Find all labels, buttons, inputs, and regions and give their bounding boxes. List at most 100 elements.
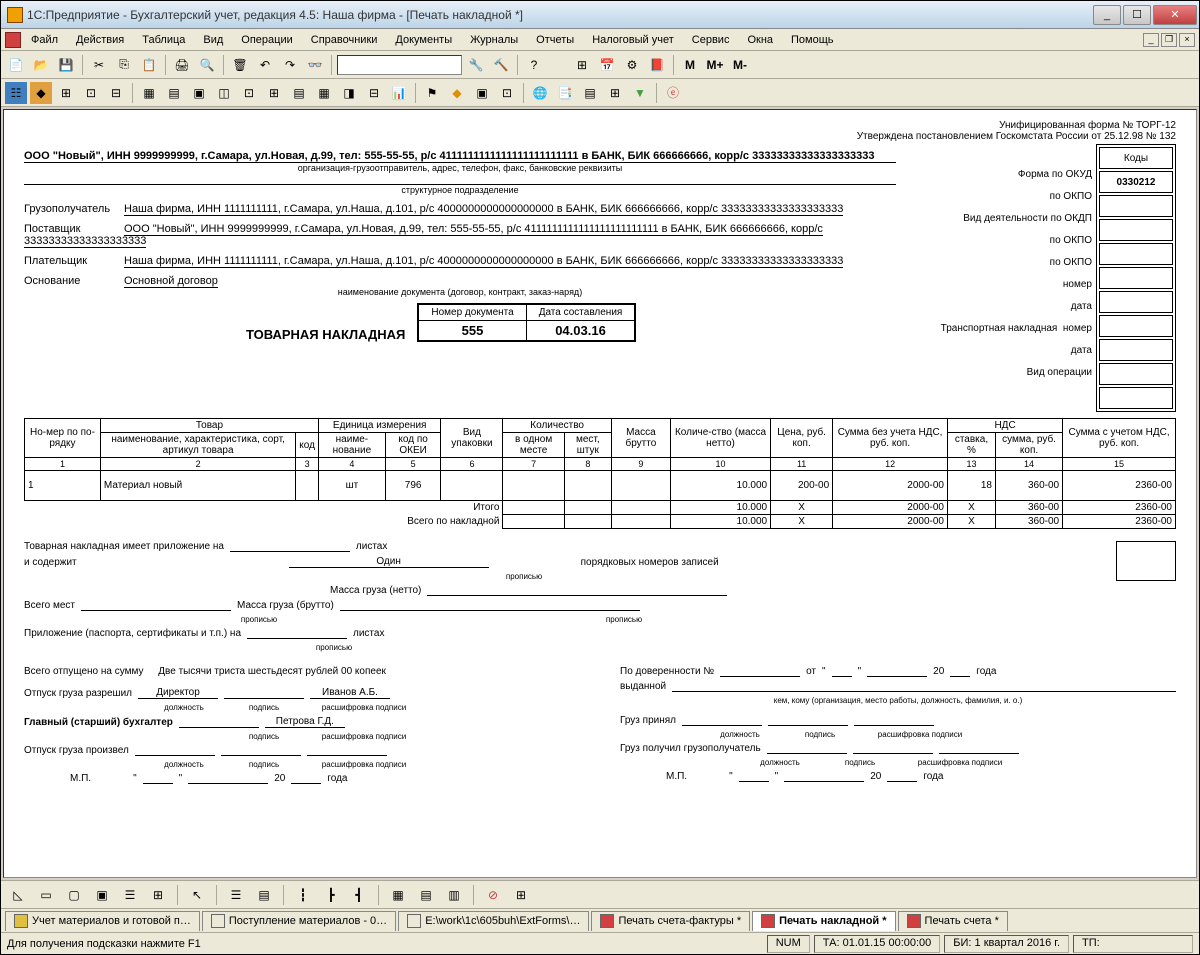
- bt-16-icon[interactable]: ⊞: [510, 884, 532, 906]
- help-icon[interactable]: ?: [523, 54, 545, 76]
- window-tabs: Учет материалов и готовой п… Поступление…: [1, 908, 1199, 932]
- bt-6-icon[interactable]: ⊞: [147, 884, 169, 906]
- tb2-12-icon[interactable]: ▤: [288, 82, 310, 104]
- tb2-15-icon[interactable]: ⊟: [363, 82, 385, 104]
- mdi-restore[interactable]: ❐: [1161, 33, 1177, 47]
- m-plus-icon[interactable]: M+: [704, 54, 726, 76]
- tb2-21-icon[interactable]: 🌐: [529, 82, 551, 104]
- m-icon[interactable]: M: [679, 54, 701, 76]
- tab-materials[interactable]: Учет материалов и готовой п…: [5, 911, 200, 931]
- open-icon[interactable]: 📂: [30, 54, 52, 76]
- tool2-icon[interactable]: 🔨: [490, 54, 512, 76]
- bt-13-icon[interactable]: ▤: [415, 884, 437, 906]
- minimize-button[interactable]: _: [1093, 5, 1121, 25]
- tab-bill[interactable]: Печать счета *: [898, 911, 1008, 931]
- tab-receipt[interactable]: Поступление материалов - 0…: [202, 911, 396, 931]
- tb2-25-icon[interactable]: ▼: [629, 82, 651, 104]
- new-icon[interactable]: 📄: [5, 54, 27, 76]
- menu-operations[interactable]: Операции: [233, 32, 300, 48]
- bt-11-icon[interactable]: ┫: [348, 884, 370, 906]
- menu-view[interactable]: Вид: [195, 32, 231, 48]
- tb2-17-icon[interactable]: ⚑: [421, 82, 443, 104]
- tb2-8-icon[interactable]: ▣: [188, 82, 210, 104]
- menu-service[interactable]: Сервис: [684, 32, 738, 48]
- bt-15-icon[interactable]: ⊘: [482, 884, 504, 906]
- tb2-11-icon[interactable]: ⊞: [263, 82, 285, 104]
- tb2-1-icon[interactable]: ☷: [5, 82, 27, 104]
- bt-1-icon[interactable]: ◺: [7, 884, 29, 906]
- tab-waybill[interactable]: Печать накладной *: [752, 911, 895, 931]
- menu-tax[interactable]: Налоговый учет: [584, 32, 682, 48]
- tb2-18-icon[interactable]: ◆: [446, 82, 468, 104]
- bt-7-icon[interactable]: ☰: [225, 884, 247, 906]
- tb2-13-icon[interactable]: ▦: [313, 82, 335, 104]
- tb2-20-icon[interactable]: ⊡: [496, 82, 518, 104]
- tb2-19-icon[interactable]: ▣: [471, 82, 493, 104]
- menu-file[interactable]: Файл: [23, 32, 66, 48]
- calc-icon[interactable]: ⊞: [571, 54, 593, 76]
- bt-2-icon[interactable]: ▭: [35, 884, 57, 906]
- tb2-14-icon[interactable]: ◨: [338, 82, 360, 104]
- tb2-16-icon[interactable]: 📊: [388, 82, 410, 104]
- bt-5-icon[interactable]: ☰: [119, 884, 141, 906]
- bottom-toolbar: ◺ ▭ ▢ ▣ ☰ ⊞ ↖ ☰ ▤ ┇ ┣ ┫ ▦ ▤ ▥ ⊘ ⊞: [1, 880, 1199, 908]
- tb2-7-icon[interactable]: ▤: [163, 82, 185, 104]
- tb2-26-icon[interactable]: ⓔ: [662, 82, 684, 104]
- maximize-button[interactable]: ☐: [1123, 5, 1151, 25]
- m-minus-icon[interactable]: M-: [729, 54, 751, 76]
- tb2-4-icon[interactable]: ⊡: [80, 82, 102, 104]
- doc-icon: [407, 914, 421, 928]
- tool-icon[interactable]: 🔧: [465, 54, 487, 76]
- bt-4-icon[interactable]: ▣: [91, 884, 113, 906]
- tb2-22-icon[interactable]: 📑: [554, 82, 576, 104]
- tb2-2-icon[interactable]: ◆: [30, 82, 52, 104]
- tb2-23-icon[interactable]: ▤: [579, 82, 601, 104]
- print-icon: [907, 914, 921, 928]
- menu-actions[interactable]: Действия: [68, 32, 132, 48]
- bt-arrow-icon[interactable]: ↖: [186, 884, 208, 906]
- tb2-10-icon[interactable]: ⊡: [238, 82, 260, 104]
- combo-input[interactable]: [337, 55, 462, 75]
- bt-12-icon[interactable]: ▦: [387, 884, 409, 906]
- tb2-24-icon[interactable]: ⊞: [604, 82, 626, 104]
- doc-icon: [211, 914, 225, 928]
- menu-windows[interactable]: Окна: [739, 32, 781, 48]
- tool3-icon[interactable]: ⚙: [621, 54, 643, 76]
- bt-14-icon[interactable]: ▥: [443, 884, 465, 906]
- close-button[interactable]: ✕: [1153, 5, 1197, 25]
- tb2-3-icon[interactable]: ⊞: [55, 82, 77, 104]
- copy-icon[interactable]: ⎘: [113, 54, 135, 76]
- menu-table[interactable]: Таблица: [134, 32, 193, 48]
- cut-icon[interactable]: ✂: [88, 54, 110, 76]
- menu-catalogs[interactable]: Справочники: [303, 32, 386, 48]
- menu-journals[interactable]: Журналы: [462, 32, 526, 48]
- mdi-close[interactable]: ×: [1179, 33, 1195, 47]
- find-icon[interactable]: 👓: [304, 54, 326, 76]
- menu-help[interactable]: Помощь: [783, 32, 842, 48]
- bt-9-icon[interactable]: ┇: [292, 884, 314, 906]
- app-menu-icon[interactable]: [5, 32, 21, 48]
- bt-3-icon[interactable]: ▢: [63, 884, 85, 906]
- bt-8-icon[interactable]: ▤: [253, 884, 275, 906]
- delete-icon[interactable]: 🗑: [229, 54, 251, 76]
- tb2-9-icon[interactable]: ◫: [213, 82, 235, 104]
- tab-invoice[interactable]: Печать счета-фактуры *: [591, 911, 750, 931]
- tab-extforms[interactable]: E:\work\1c\605buh\ExtForms\…: [398, 911, 589, 931]
- mdi-minimize[interactable]: _: [1143, 33, 1159, 47]
- tb2-6-icon[interactable]: ▦: [138, 82, 160, 104]
- preview-icon[interactable]: 🔍: [196, 54, 218, 76]
- print-icon[interactable]: 🖨: [171, 54, 193, 76]
- paste-icon[interactable]: 📋: [138, 54, 160, 76]
- menu-documents[interactable]: Документы: [387, 32, 460, 48]
- status-num: NUM: [767, 935, 810, 953]
- save-icon[interactable]: 💾: [55, 54, 77, 76]
- undo-icon[interactable]: ↶: [254, 54, 276, 76]
- book-icon[interactable]: 📕: [646, 54, 668, 76]
- bt-10-icon[interactable]: ┣: [320, 884, 342, 906]
- menu-reports[interactable]: Отчеты: [528, 32, 582, 48]
- basis-field: Основной договор: [124, 275, 218, 288]
- tb2-5-icon[interactable]: ⊟: [105, 82, 127, 104]
- redo-icon[interactable]: ↷: [279, 54, 301, 76]
- calendar-icon[interactable]: 📅: [596, 54, 618, 76]
- status-hint: Для получения подсказки нажмите F1: [7, 938, 763, 950]
